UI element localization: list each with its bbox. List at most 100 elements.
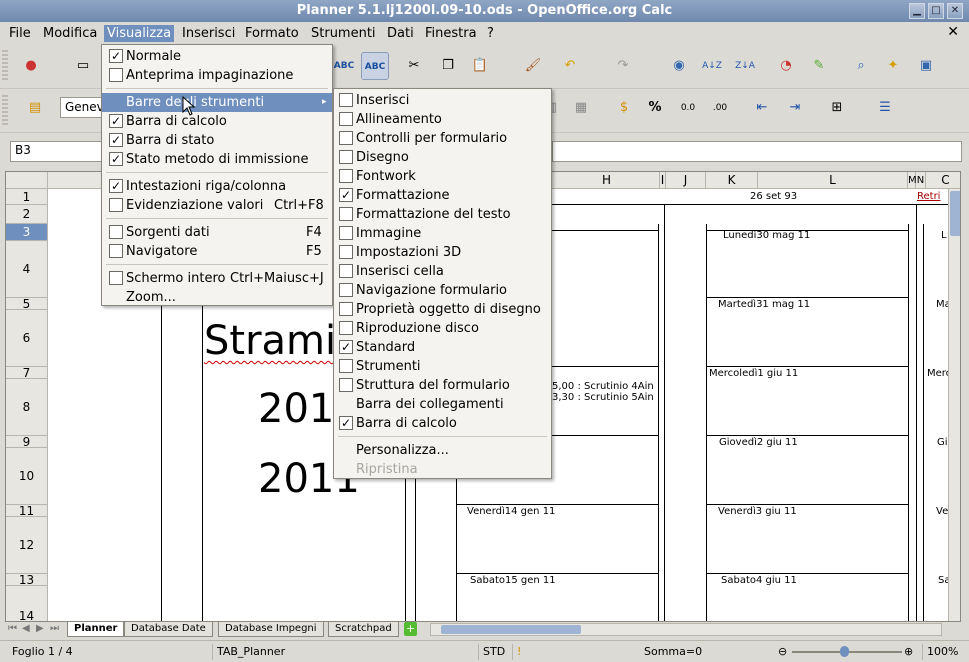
column-header-l[interactable]: L — [758, 172, 908, 189]
menu-item-intestazioni[interactable]: ✓ Intestazioni riga/colonna — [102, 177, 332, 196]
horizontal-scrollbar[interactable] — [430, 623, 942, 636]
page-style[interactable]: TAB_Planner — [212, 644, 285, 660]
styles-icon[interactable]: ▤ — [24, 97, 46, 119]
menu-item-evidenziazione[interactable]: Evidenziazione valori Ctrl+F8 — [102, 196, 332, 215]
menu-item-sorgenti[interactable]: Sorgenti dati F4 — [102, 223, 332, 242]
menu-item-stato-immissione[interactable]: ✓ Stato metodo di immissione — [102, 150, 332, 169]
menu-item-barra-stato[interactable]: ✓ Barra di stato — [102, 131, 332, 150]
close-window-icon[interactable]: ✕ — [947, 3, 963, 19]
tab-database-date[interactable]: Database Date — [124, 622, 213, 637]
menu-inserisci[interactable]: Inserisci — [179, 25, 238, 42]
submenu-item-inserisci[interactable]: Inserisci — [334, 91, 551, 110]
menu-strumenti[interactable]: Strumenti — [308, 25, 379, 42]
menu-dati[interactable]: Dati — [384, 25, 417, 42]
close-document-icon[interactable]: ✕ — [947, 24, 959, 40]
submenu-item-navigazione-formulario[interactable]: Navigazione formulario — [334, 281, 551, 300]
format-paintbrush-icon[interactable]: 🖌 — [522, 55, 544, 77]
submenu-item-riproduzione-disco[interactable]: Riproduzione disco — [334, 319, 551, 338]
name-box[interactable]: B3 — [10, 141, 105, 162]
menu-file[interactable]: File — [6, 25, 34, 42]
zoom-slider-thumb[interactable] — [840, 646, 849, 657]
gallery-icon[interactable]: ▣ — [915, 55, 937, 77]
submenu-item-inserisci-cella[interactable]: Inserisci cella — [334, 262, 551, 281]
zoom-in-icon[interactable]: ⊕ — [904, 645, 913, 658]
background-color-icon[interactable]: ☰ — [874, 97, 896, 119]
tab-prev-icon[interactable]: ◀ — [22, 623, 30, 634]
chart-icon[interactable]: ◔ — [775, 55, 797, 77]
column-header-k[interactable]: K — [706, 172, 758, 189]
currency-icon[interactable]: $ — [613, 97, 635, 119]
tab-next-icon[interactable]: ▶ — [36, 623, 44, 634]
row-header[interactable]: 4 — [6, 241, 48, 298]
new-document-icon[interactable]: ● — [20, 55, 42, 77]
formula-input[interactable] — [552, 141, 962, 162]
percent-icon[interactable]: % — [644, 97, 666, 119]
row-header[interactable]: 7 — [6, 367, 48, 379]
row-header[interactable]: 8 — [6, 379, 48, 436]
menu-formato[interactable]: Formato — [242, 25, 302, 42]
horizontal-scroll-thumb[interactable] — [441, 625, 581, 634]
submenu-item-fontwork[interactable]: Fontwork — [334, 167, 551, 186]
submenu-item-barra-di-calcolo[interactable]: ✓ Barra di calcolo — [334, 414, 551, 433]
corner-header[interactable] — [6, 172, 48, 189]
number-format-icon[interactable]: 0.0 — [677, 97, 699, 119]
paste-icon[interactable]: 📋 — [469, 55, 491, 77]
menu-item-zoom[interactable]: Zoom... — [102, 288, 332, 307]
submenu-item-immagine[interactable]: Immagine — [334, 224, 551, 243]
navigator-icon[interactable]: ✦ — [882, 55, 904, 77]
row-header[interactable]: 2 — [6, 205, 48, 224]
copy-icon[interactable]: ❐ — [437, 55, 459, 77]
tab-database-impegni[interactable]: Database Impegni — [218, 622, 324, 637]
submenu-item-allineamento[interactable]: Allineamento — [334, 110, 551, 129]
menu-item-toolbars[interactable]: Barre degli strumenti ▸ — [102, 93, 332, 112]
menu-help[interactable]: ? — [484, 25, 497, 42]
submenu-item-struttura-del-formulario[interactable]: Struttura del formulario — [334, 376, 551, 395]
hyperlink-icon[interactable]: ◉ — [668, 55, 690, 77]
tab-planner[interactable]: Planner — [67, 622, 125, 637]
menu-visualizza[interactable]: Visualizza — [104, 25, 175, 42]
submenu-item-personalizza[interactable]: Personalizza... — [334, 441, 551, 460]
decrease-indent-icon[interactable]: ⇤ — [751, 97, 773, 119]
menu-finestra[interactable]: Finestra — [422, 25, 480, 42]
row-header[interactable]: 13 — [6, 574, 48, 586]
autospellcheck-icon[interactable]: ABC — [361, 52, 389, 80]
menu-item-schermo-intero[interactable]: Schermo intero Ctrl+Maiusc+J — [102, 269, 332, 288]
borders-icon[interactable]: ⊞ — [826, 97, 848, 119]
add-decimal-icon[interactable]: .00 — [709, 97, 731, 119]
add-sheet-icon[interactable]: + — [404, 622, 417, 636]
row-header[interactable]: 11 — [6, 505, 48, 517]
vertical-scroll-thumb[interactable] — [950, 191, 960, 236]
submenu-item-propriet-oggetto-di-disegno[interactable]: Proprietà oggetto di disegno — [334, 300, 551, 319]
sort-descending-icon[interactable]: Z↓A — [734, 55, 756, 77]
tab-first-icon[interactable]: ⏮ — [8, 623, 17, 634]
maximize-icon[interactable]: □ — [928, 3, 944, 19]
row-header[interactable]: 1 — [6, 189, 48, 205]
column-header-o[interactable]: C — [926, 172, 960, 189]
menu-modifica[interactable]: Modifica — [40, 25, 100, 42]
merge-cells-icon[interactable]: ▦ — [570, 97, 592, 119]
draw-icon[interactable]: ✎ — [808, 55, 830, 77]
sort-ascending-icon[interactable]: A↓Z — [701, 55, 723, 77]
row-header-selected[interactable]: 3 — [6, 224, 48, 241]
vertical-scrollbar[interactable] — [948, 189, 960, 621]
submenu-item-strumenti[interactable]: Strumenti — [334, 357, 551, 376]
menu-item-navigatore[interactable]: Navigatore F5 — [102, 242, 332, 261]
row-header[interactable]: 14 — [6, 586, 48, 621]
submenu-item-barra-dei-collegamenti[interactable]: Barra dei collegamenti — [334, 395, 551, 414]
spellcheck-icon[interactable]: ABC — [333, 55, 355, 77]
submenu-item-impostazioni-3d[interactable]: Impostazioni 3D — [334, 243, 551, 262]
zoom-out-icon[interactable]: ⊖ — [778, 645, 787, 658]
menu-item-anteprima[interactable]: Anteprima impaginazione — [102, 66, 332, 85]
row-header[interactable]: 5 — [6, 298, 48, 310]
submenu-item-disegno[interactable]: Disegno — [334, 148, 551, 167]
row-header[interactable]: 12 — [6, 517, 48, 574]
menu-item-barra-calcolo[interactable]: ✓ Barra di calcolo — [102, 112, 332, 131]
undo-icon[interactable]: ↶ — [559, 55, 581, 77]
zoom-level[interactable]: 100% — [922, 644, 958, 660]
tab-scratchpad[interactable]: Scratchpad — [328, 622, 399, 637]
open-icon[interactable]: ▭ — [72, 55, 94, 77]
column-header-m[interactable]: M — [908, 172, 917, 189]
minimize-icon[interactable]: ▁ — [909, 3, 925, 19]
submenu-item-formattazione-del-testo[interactable]: Formattazione del testo — [334, 205, 551, 224]
submenu-item-formattazione[interactable]: ✓ Formattazione — [334, 186, 551, 205]
